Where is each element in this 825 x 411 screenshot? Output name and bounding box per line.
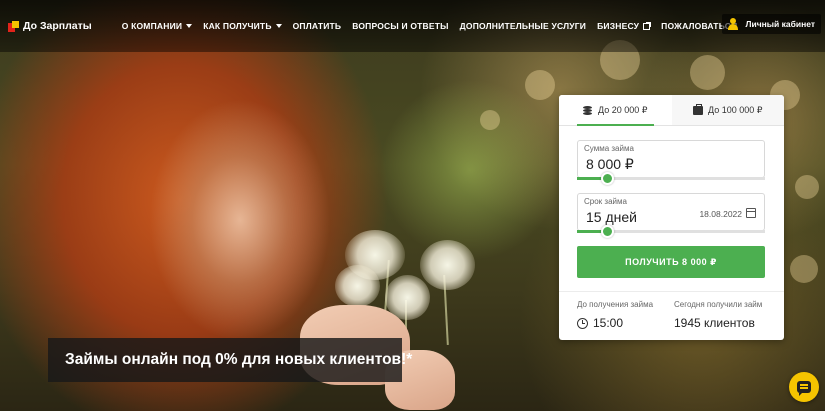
chat-icon — [797, 381, 811, 396]
bokeh-light — [480, 110, 500, 130]
calculator-tabs: До 20 000 ₽ До 100 000 ₽ — [559, 95, 784, 126]
logo-text: До Зарплаты — [23, 20, 92, 32]
time-until-loan-value: 15:00 — [593, 316, 624, 330]
time-until-loan-row: 15:00 — [577, 316, 653, 330]
bokeh-light — [690, 55, 725, 90]
nav-item-label: ДОПОЛНИТЕЛЬНЫЕ УСЛУГИ — [459, 21, 587, 31]
external-link-icon — [643, 21, 652, 30]
nav-item-how-to-get[interactable]: КАК ПОЛУЧИТЬ — [203, 21, 282, 31]
loan-term-slider[interactable] — [577, 225, 765, 238]
slider-thumb[interactable] — [601, 172, 615, 185]
chevron-down-icon — [275, 24, 282, 28]
nav-item-pay[interactable]: ОПЛАТИТЬ — [293, 21, 342, 31]
user-icon — [727, 18, 738, 30]
nav-item-business[interactable]: БИЗНЕСУ — [597, 21, 652, 31]
loan-calculator: До 20 000 ₽ До 100 000 ₽ Сумма займа 8 0… — [559, 95, 784, 340]
nav-item-extra-services[interactable]: ДОПОЛНИТЕЛЬНЫЕ УСЛУГИ — [460, 21, 586, 31]
nav-item-about[interactable]: О КОМПАНИИ — [121, 21, 193, 31]
time-until-loan: До получения займа 15:00 — [577, 300, 653, 330]
tab-up-to-100000[interactable]: До 100 000 ₽ — [671, 95, 784, 125]
dandelion — [420, 240, 475, 290]
main-nav: О КОМПАНИИ КАК ПОЛУЧИТЬ ОПЛАТИТЬ ВОПРОСЫ… — [122, 21, 749, 31]
nav-item-label: ОПЛАТИТЬ — [292, 21, 342, 31]
nav-item-label: КАК ПОЛУЧИТЬ — [203, 21, 272, 31]
account-button[interactable]: Личный кабинет — [721, 14, 821, 34]
loan-term-value: 15 дней — [586, 209, 637, 225]
nav-item-label: О КОМПАНИИ — [121, 21, 183, 31]
chat-button[interactable] — [789, 372, 819, 402]
calendar-icon[interactable] — [746, 208, 756, 218]
clients-today-value: 1945 клиентов — [674, 316, 755, 330]
chevron-down-icon — [186, 24, 193, 28]
repayment-date: 18.08.2022 — [699, 209, 742, 219]
coins-icon — [583, 105, 593, 115]
bokeh-light — [795, 175, 819, 199]
promo-banner: Займы онлайн под 0% для новых клиентов!* — [48, 338, 412, 382]
briefcase-icon — [693, 103, 704, 115]
dandelion — [335, 265, 380, 307]
account-label: Личный кабинет — [745, 19, 815, 29]
loan-amount-value: 8 000 ₽ — [586, 156, 634, 172]
nav-item-label: БИЗНЕСУ — [597, 21, 640, 31]
clients-today-label: Сегодня получили займ — [674, 300, 763, 309]
tab-label: До 20 000 ₽ — [598, 104, 648, 115]
nav-item-label: ВОПРОСЫ И ОТВЕТЫ — [352, 21, 449, 31]
loan-amount-slider[interactable] — [577, 172, 765, 185]
logo[interactable]: До Зарплаты — [8, 20, 92, 32]
nav-item-faq[interactable]: ВОПРОСЫ И ОТВЕТЫ — [352, 21, 448, 31]
loan-term-label: Срок займа — [584, 197, 627, 206]
clients-today: Сегодня получили займ 1945 клиентов — [674, 300, 762, 330]
bokeh-light — [525, 70, 555, 100]
time-until-loan-label: До получения займа — [577, 300, 654, 309]
promo-text: Займы онлайн под 0% для новых клиентов!* — [65, 351, 413, 368]
clock-icon — [577, 317, 588, 329]
slider-thumb[interactable] — [601, 225, 615, 238]
bokeh-light — [790, 255, 818, 283]
site-header: До Зарплаты О КОМПАНИИ КАК ПОЛУЧИТЬ ОПЛА… — [0, 0, 825, 52]
clients-today-row: 1945 клиентов — [674, 316, 762, 330]
tab-up-to-20000[interactable]: До 20 000 ₽ — [559, 95, 672, 126]
tab-label: До 100 000 ₽ — [708, 104, 763, 115]
divider — [559, 291, 784, 292]
logo-icon — [8, 20, 19, 32]
loan-amount-label: Сумма займа — [584, 144, 634, 153]
get-loan-button[interactable]: ПОЛУЧИТЬ 8 000 ₽ — [577, 246, 765, 278]
